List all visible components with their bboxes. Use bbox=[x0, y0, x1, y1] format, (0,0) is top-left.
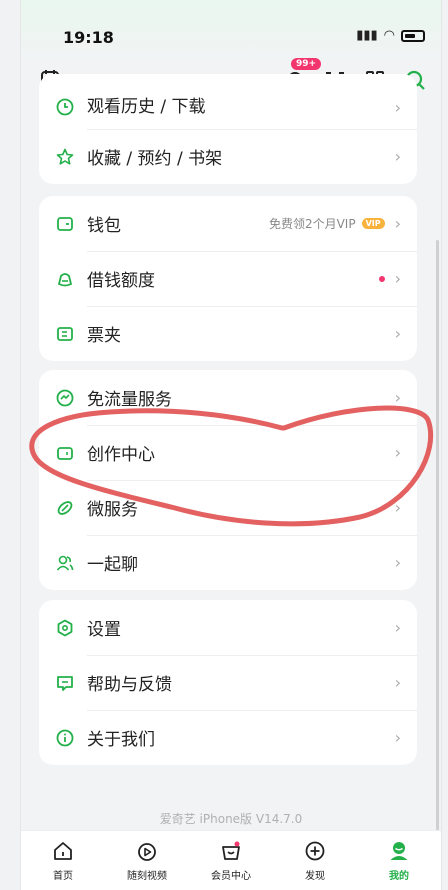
menu-item-history[interactable]: 观看历史 / 下载 › bbox=[39, 74, 417, 129]
menu-label: 创作中心 bbox=[87, 445, 155, 465]
status-time: 19:18 bbox=[63, 28, 114, 47]
chevron-right-icon: › bbox=[394, 673, 401, 692]
menu-label: 关于我们 bbox=[87, 730, 155, 750]
signal-icon: ▮▮▮ bbox=[356, 28, 378, 43]
tab-label: 我的 bbox=[389, 871, 409, 882]
chevron-right-icon: › bbox=[394, 269, 401, 288]
chevron-right-icon: › bbox=[394, 553, 401, 572]
menu-item-data-free[interactable]: 免流量服务 › bbox=[39, 370, 417, 425]
menu-label: 收藏 / 预约 / 书架 bbox=[87, 149, 223, 169]
chevron-right-icon: › bbox=[394, 214, 401, 233]
menu-item-about-us[interactable]: 关于我们 › bbox=[39, 710, 417, 765]
tab-member[interactable]: 会员中心 bbox=[189, 831, 273, 890]
tab-label: 首页 bbox=[53, 871, 73, 882]
chevron-right-icon: › bbox=[394, 443, 401, 462]
chat-people-icon bbox=[55, 553, 75, 573]
bottom-tab-bar: 首页 随刻视频 会员中心 发现 我的 bbox=[21, 830, 441, 890]
tab-video[interactable]: 随刻视频 bbox=[105, 831, 189, 890]
menu-label: 微服务 bbox=[87, 500, 138, 520]
tab-home[interactable]: 首页 bbox=[21, 831, 105, 890]
section-history: 观看历史 / 下载 › 收藏 / 预约 / 书架 › bbox=[39, 74, 417, 184]
chevron-right-icon: › bbox=[394, 98, 401, 117]
chevron-right-icon: › bbox=[394, 147, 401, 166]
menu-item-settings[interactable]: 设置 › bbox=[39, 600, 417, 655]
info-icon bbox=[55, 728, 75, 748]
menu-item-wallet[interactable]: 钱包 免费领2个月VIP VIP › bbox=[39, 196, 417, 251]
chevron-right-icon: › bbox=[394, 498, 401, 517]
vip-badge: VIP bbox=[361, 218, 385, 229]
ticket-icon bbox=[55, 324, 75, 344]
chevron-right-icon: › bbox=[394, 324, 401, 343]
section-wallet: 钱包 免费领2个月VIP VIP › 借钱额度 › 票夹 › bbox=[39, 196, 417, 361]
menu-item-favorites[interactable]: 收藏 / 预约 / 书架 › bbox=[39, 129, 417, 184]
menu-item-loan[interactable]: 借钱额度 › bbox=[39, 251, 417, 306]
tab-label: 发现 bbox=[305, 871, 325, 882]
star-icon bbox=[55, 147, 75, 167]
menu-label: 帮助与反馈 bbox=[87, 675, 172, 695]
clock-icon bbox=[55, 97, 75, 117]
video-icon bbox=[135, 839, 159, 863]
wallet-promo-text: 免费领2个月VIP bbox=[268, 217, 356, 231]
tab-discover[interactable]: 发现 bbox=[273, 831, 357, 890]
member-icon bbox=[219, 839, 243, 863]
section-settings: 设置 › 帮助与反馈 › 关于我们 › bbox=[39, 600, 417, 765]
menu-item-micro-services[interactable]: 微服务 › bbox=[39, 480, 417, 535]
scrollbar[interactable] bbox=[436, 240, 439, 860]
camera-icon bbox=[55, 443, 75, 463]
wallet-promo: 免费领2个月VIP VIP bbox=[269, 215, 385, 232]
status-bar: 19:18 ▮▮▮ ◠ bbox=[21, 0, 441, 66]
wallet-icon bbox=[55, 214, 75, 234]
chevron-right-icon: › bbox=[394, 388, 401, 407]
profile-icon bbox=[387, 839, 411, 863]
new-dot-indicator bbox=[378, 275, 385, 282]
menu-label: 借钱额度 bbox=[87, 271, 155, 291]
menu-label: 钱包 bbox=[87, 216, 121, 236]
feedback-icon bbox=[55, 673, 75, 693]
money-bag-icon bbox=[55, 269, 75, 289]
chevron-right-icon: › bbox=[394, 618, 401, 637]
notification-badge: 99+ bbox=[291, 58, 322, 70]
app-version: 爱奇艺 iPhone版 V14.7.0 bbox=[159, 812, 303, 826]
menu-item-help-feedback[interactable]: 帮助与反馈 › bbox=[39, 655, 417, 710]
menu-label: 观看历史 / 下载 bbox=[87, 97, 206, 117]
menu-label: 一起聊 bbox=[87, 555, 138, 575]
tab-label: 会员中心 bbox=[211, 871, 251, 882]
phone-frame: 19:18 ▮▮▮ ◠ 99+ 观看历史 / 下载 › 收藏 / 预约 / 书架… bbox=[20, 0, 442, 890]
chevron-right-icon: › bbox=[394, 728, 401, 747]
menu-item-creator-center[interactable]: 创作中心 › bbox=[39, 425, 417, 480]
discover-icon bbox=[303, 839, 327, 863]
home-icon bbox=[51, 839, 75, 863]
menu-label: 票夹 bbox=[87, 326, 121, 346]
wifi-icon: ◠ bbox=[383, 28, 395, 43]
tab-label: 随刻视频 bbox=[127, 871, 167, 882]
section-services: 免流量服务 › 创作中心 › 微服务 › 一起聊 › bbox=[39, 370, 417, 590]
battery-icon bbox=[401, 29, 425, 42]
menu-label: 设置 bbox=[87, 620, 121, 640]
tab-profile[interactable]: 我的 bbox=[357, 831, 441, 890]
status-icons: ▮▮▮ ◠ bbox=[356, 28, 425, 43]
settings-icon bbox=[55, 618, 75, 638]
menu-label: 免流量服务 bbox=[87, 390, 172, 410]
data-free-icon bbox=[55, 388, 75, 408]
services-icon bbox=[55, 498, 75, 518]
menu-item-tickets[interactable]: 票夹 › bbox=[39, 306, 417, 361]
menu-item-chat-together[interactable]: 一起聊 › bbox=[39, 535, 417, 590]
